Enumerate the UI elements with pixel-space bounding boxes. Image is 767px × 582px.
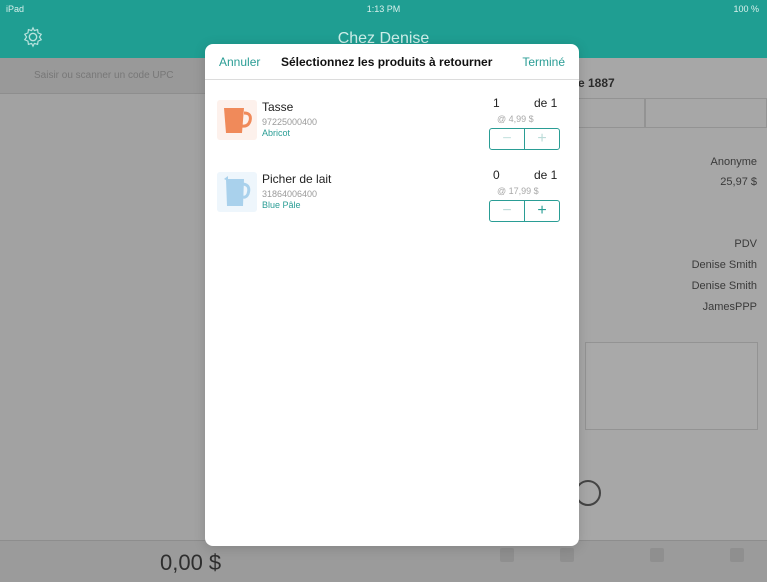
return-quantity: 0 xyxy=(493,168,500,182)
order-customer: Anonyme xyxy=(710,156,757,168)
done-button[interactable]: Terminé xyxy=(522,55,565,69)
return-quantity: 1 xyxy=(493,96,500,110)
order-segment-control[interactable] xyxy=(560,98,767,128)
cart-total: 0,00 $ xyxy=(160,550,222,575)
order-amount: 25,97 $ xyxy=(720,176,757,188)
order-employee: Denise Smith xyxy=(691,259,757,271)
product-sku: 97225000400 xyxy=(262,117,318,127)
pitcher-icon xyxy=(217,172,257,212)
tab-icon-2[interactable] xyxy=(560,548,574,562)
list-item: Picher de lait 31864006400 Blue Pâle 0 d… xyxy=(205,162,579,228)
cancel-button[interactable]: Annuler xyxy=(219,55,260,69)
order-channel: PDV xyxy=(734,238,757,250)
increment-button[interactable]: + xyxy=(524,129,559,149)
search-placeholder: Saisir ou scanner un code UPC xyxy=(34,70,174,81)
available-quantity: de 1 xyxy=(534,96,558,110)
status-time: 1:13 PM xyxy=(366,4,401,14)
product-name: Picher de lait xyxy=(262,172,332,186)
tab-icon-3[interactable] xyxy=(650,548,664,562)
unit-price: @ 17,99 $ xyxy=(497,186,539,196)
status-battery: 100 % xyxy=(733,4,759,14)
product-sku: 31864006400 xyxy=(262,189,318,199)
unit-price: @ 4,99 $ xyxy=(497,114,534,124)
product-name: Tasse xyxy=(262,100,294,114)
status-bar: iPad 1:13 PM 100 % xyxy=(0,0,767,18)
product-variant: Abricot xyxy=(262,128,291,138)
modal-header: Annuler Sélectionnez les produits à reto… xyxy=(205,44,579,80)
decrement-button[interactable]: − xyxy=(490,201,524,221)
modal-title: Sélectionnez les produits à retourner xyxy=(281,55,493,69)
order-header: e 1887 xyxy=(578,76,615,90)
increment-button[interactable]: + xyxy=(524,201,559,221)
quantity-stepper[interactable]: − + xyxy=(489,128,560,150)
product-variant: Blue Pâle xyxy=(262,200,301,210)
tab-icon-4[interactable] xyxy=(730,548,744,562)
quantity-stepper[interactable]: − + xyxy=(489,200,560,222)
order-register: JamesPPP xyxy=(702,301,757,313)
order-notes[interactable] xyxy=(585,342,758,430)
available-quantity: de 1 xyxy=(534,168,558,182)
segment-divider xyxy=(645,99,646,127)
list-item: Tasse 97225000400 Abricot 1 de 1 @ 4,99 … xyxy=(205,90,579,156)
decrement-button[interactable]: − xyxy=(490,129,524,149)
tab-icon-1[interactable] xyxy=(500,548,514,562)
return-products-modal: Annuler Sélectionnez les produits à reto… xyxy=(205,44,579,546)
order-employee-2: Denise Smith xyxy=(691,280,757,292)
mug-icon xyxy=(217,100,257,140)
